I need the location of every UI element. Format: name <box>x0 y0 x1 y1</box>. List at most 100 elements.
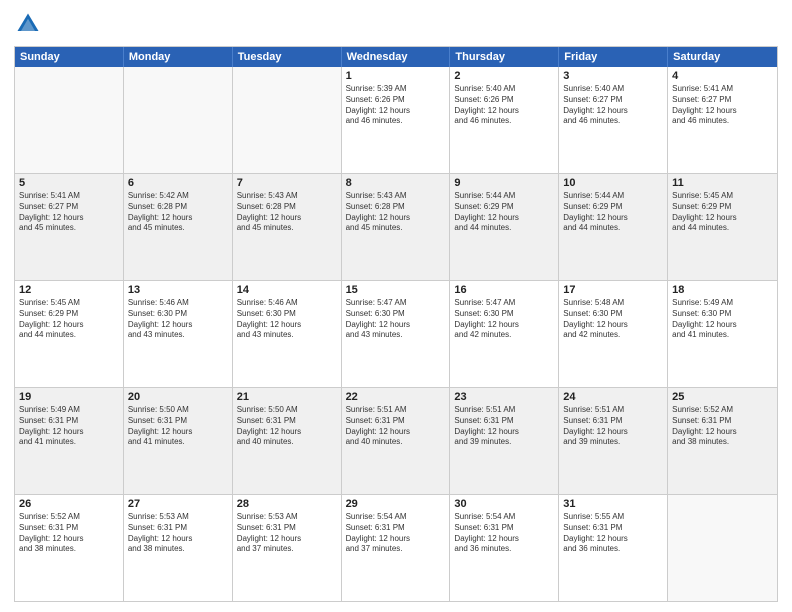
day-info: Sunrise: 5:47 AM Sunset: 6:30 PM Dayligh… <box>346 298 446 341</box>
calendar-cell: 27 Sunrise: 5:53 AM Sunset: 6:31 PM Dayli… <box>124 495 233 601</box>
calendar-header: SundayMondayTuesdayWednesdayThursdayFrid… <box>15 47 777 67</box>
calendar-cell: 13Sunrise: 5:46 AM Sunset: 6:30 PM Dayli… <box>124 281 233 387</box>
calendar-cell: 6 Sunrise: 5:42 AM Sunset: 6:28 PM Daylig… <box>124 174 233 280</box>
day-info: Sunrise: 5:41 AM Sunset: 6:27 PM Dayligh… <box>672 84 773 127</box>
calendar-cell: 21 Sunrise: 5:50 AM Sunset: 6:31 PM Dayli… <box>233 388 342 494</box>
day-number: 2 <box>454 70 554 82</box>
calendar-cell: 15Sunrise: 5:47 AM Sunset: 6:30 PM Dayli… <box>342 281 451 387</box>
cal-header-sunday: Sunday <box>15 47 124 67</box>
day-number: 3 <box>563 70 663 82</box>
day-info: Sunrise: 5:54 AM Sunset: 6:31 PM Dayligh… <box>454 512 554 555</box>
calendar-cell: 4 Sunrise: 5:41 AM Sunset: 6:27 PM Daylig… <box>668 67 777 173</box>
day-info: Sunrise: 5:40 AM Sunset: 6:26 PM Dayligh… <box>454 84 554 127</box>
cal-header-tuesday: Tuesday <box>233 47 342 67</box>
calendar-week-2: 12 Sunrise: 5:45 AM Sunset: 6:29 PM Dayli… <box>15 280 777 387</box>
day-number: 19 <box>19 391 119 403</box>
day-number: 31 <box>563 498 663 510</box>
day-info: Sunrise: 5:40 AM Sunset: 6:27 PM Dayligh… <box>563 84 663 127</box>
day-info: Sunrise: 5:49 AM Sunset: 6:31 PM Dayligh… <box>19 405 119 448</box>
calendar-week-4: 26 Sunrise: 5:52 AM Sunset: 6:31 PM Dayli… <box>15 494 777 601</box>
day-info: Sunrise: 5:45 AM Sunset: 6:29 PM Dayligh… <box>672 191 773 234</box>
day-info: Sunrise: 5:44 AM Sunset: 6:29 PM Dayligh… <box>563 191 663 234</box>
day-number: 21 <box>237 391 337 403</box>
day-info: Sunrise: 5:46 AM Sunset: 6:30 PM Dayligh… <box>237 298 337 341</box>
day-number: 24 <box>563 391 663 403</box>
calendar-cell: 16Sunrise: 5:47 AM Sunset: 6:30 PM Dayli… <box>450 281 559 387</box>
calendar-cell: 5 Sunrise: 5:41 AM Sunset: 6:27 PM Daylig… <box>15 174 124 280</box>
day-number: 17 <box>563 284 663 296</box>
calendar-cell: 7 Sunrise: 5:43 AM Sunset: 6:28 PM Daylig… <box>233 174 342 280</box>
cal-header-saturday: Saturday <box>668 47 777 67</box>
calendar-cell: 11 Sunrise: 5:45 AM Sunset: 6:29 PM Dayli… <box>668 174 777 280</box>
day-number: 30 <box>454 498 554 510</box>
calendar-cell <box>233 67 342 173</box>
day-number: 27 <box>128 498 228 510</box>
day-number: 9 <box>454 177 554 189</box>
calendar-week-0: 1Sunrise: 5:39 AM Sunset: 6:26 PM Daylig… <box>15 67 777 173</box>
calendar-cell: 14 Sunrise: 5:46 AM Sunset: 6:30 PM Dayli… <box>233 281 342 387</box>
calendar-cell: 26 Sunrise: 5:52 AM Sunset: 6:31 PM Dayli… <box>15 495 124 601</box>
calendar-cell: 17 Sunrise: 5:48 AM Sunset: 6:30 PM Dayli… <box>559 281 668 387</box>
cal-header-wednesday: Wednesday <box>342 47 451 67</box>
calendar-cell: 10 Sunrise: 5:44 AM Sunset: 6:29 PM Dayli… <box>559 174 668 280</box>
calendar-cell <box>124 67 233 173</box>
calendar-cell: 2 Sunrise: 5:40 AM Sunset: 6:26 PM Daylig… <box>450 67 559 173</box>
calendar-cell: 28Sunrise: 5:53 AM Sunset: 6:31 PM Dayli… <box>233 495 342 601</box>
logo-icon <box>14 10 42 38</box>
day-number: 6 <box>128 177 228 189</box>
calendar-cell: 12 Sunrise: 5:45 AM Sunset: 6:29 PM Dayli… <box>15 281 124 387</box>
day-number: 5 <box>19 177 119 189</box>
day-number: 11 <box>672 177 773 189</box>
day-number: 14 <box>237 284 337 296</box>
day-number: 28 <box>237 498 337 510</box>
calendar-cell: 3 Sunrise: 5:40 AM Sunset: 6:27 PM Daylig… <box>559 67 668 173</box>
day-info: Sunrise: 5:55 AM Sunset: 6:31 PM Dayligh… <box>563 512 663 555</box>
calendar-cell: 1Sunrise: 5:39 AM Sunset: 6:26 PM Daylig… <box>342 67 451 173</box>
day-number: 8 <box>346 177 446 189</box>
calendar-cell: 24 Sunrise: 5:51 AM Sunset: 6:31 PM Dayli… <box>559 388 668 494</box>
calendar-cell <box>668 495 777 601</box>
day-info: Sunrise: 5:54 AM Sunset: 6:31 PM Dayligh… <box>346 512 446 555</box>
day-info: Sunrise: 5:43 AM Sunset: 6:28 PM Dayligh… <box>237 191 337 234</box>
day-number: 12 <box>19 284 119 296</box>
day-info: Sunrise: 5:50 AM Sunset: 6:31 PM Dayligh… <box>237 405 337 448</box>
day-info: Sunrise: 5:48 AM Sunset: 6:30 PM Dayligh… <box>563 298 663 341</box>
calendar-cell: 18 Sunrise: 5:49 AM Sunset: 6:30 PM Dayli… <box>668 281 777 387</box>
day-info: Sunrise: 5:52 AM Sunset: 6:31 PM Dayligh… <box>19 512 119 555</box>
day-number: 4 <box>672 70 773 82</box>
logo <box>14 10 46 38</box>
day-number: 26 <box>19 498 119 510</box>
day-info: Sunrise: 5:53 AM Sunset: 6:31 PM Dayligh… <box>128 512 228 555</box>
day-info: Sunrise: 5:43 AM Sunset: 6:28 PM Dayligh… <box>346 191 446 234</box>
day-number: 10 <box>563 177 663 189</box>
day-info: Sunrise: 5:41 AM Sunset: 6:27 PM Dayligh… <box>19 191 119 234</box>
calendar-week-1: 5 Sunrise: 5:41 AM Sunset: 6:27 PM Daylig… <box>15 173 777 280</box>
calendar-cell: 30 Sunrise: 5:54 AM Sunset: 6:31 PM Dayli… <box>450 495 559 601</box>
calendar-cell: 23Sunrise: 5:51 AM Sunset: 6:31 PM Dayli… <box>450 388 559 494</box>
cal-header-thursday: Thursday <box>450 47 559 67</box>
page: SundayMondayTuesdayWednesdayThursdayFrid… <box>0 0 792 612</box>
calendar-cell: 19 Sunrise: 5:49 AM Sunset: 6:31 PM Dayli… <box>15 388 124 494</box>
calendar-cell <box>15 67 124 173</box>
day-number: 7 <box>237 177 337 189</box>
day-number: 20 <box>128 391 228 403</box>
calendar-cell: 20 Sunrise: 5:50 AM Sunset: 6:31 PM Dayli… <box>124 388 233 494</box>
day-info: Sunrise: 5:50 AM Sunset: 6:31 PM Dayligh… <box>128 405 228 448</box>
day-info: Sunrise: 5:51 AM Sunset: 6:31 PM Dayligh… <box>563 405 663 448</box>
day-info: Sunrise: 5:46 AM Sunset: 6:30 PM Dayligh… <box>128 298 228 341</box>
calendar-cell: 25Sunrise: 5:52 AM Sunset: 6:31 PM Dayli… <box>668 388 777 494</box>
cal-header-friday: Friday <box>559 47 668 67</box>
header <box>14 10 778 38</box>
calendar-cell: 8 Sunrise: 5:43 AM Sunset: 6:28 PM Daylig… <box>342 174 451 280</box>
calendar: SundayMondayTuesdayWednesdayThursdayFrid… <box>14 46 778 602</box>
day-info: Sunrise: 5:45 AM Sunset: 6:29 PM Dayligh… <box>19 298 119 341</box>
day-number: 25 <box>672 391 773 403</box>
calendar-week-3: 19 Sunrise: 5:49 AM Sunset: 6:31 PM Dayli… <box>15 387 777 494</box>
calendar-cell: 22Sunrise: 5:51 AM Sunset: 6:31 PM Dayli… <box>342 388 451 494</box>
day-number: 18 <box>672 284 773 296</box>
day-info: Sunrise: 5:42 AM Sunset: 6:28 PM Dayligh… <box>128 191 228 234</box>
calendar-cell: 31 Sunrise: 5:55 AM Sunset: 6:31 PM Dayli… <box>559 495 668 601</box>
calendar-cell: 29Sunrise: 5:54 AM Sunset: 6:31 PM Dayli… <box>342 495 451 601</box>
day-info: Sunrise: 5:49 AM Sunset: 6:30 PM Dayligh… <box>672 298 773 341</box>
day-info: Sunrise: 5:51 AM Sunset: 6:31 PM Dayligh… <box>454 405 554 448</box>
